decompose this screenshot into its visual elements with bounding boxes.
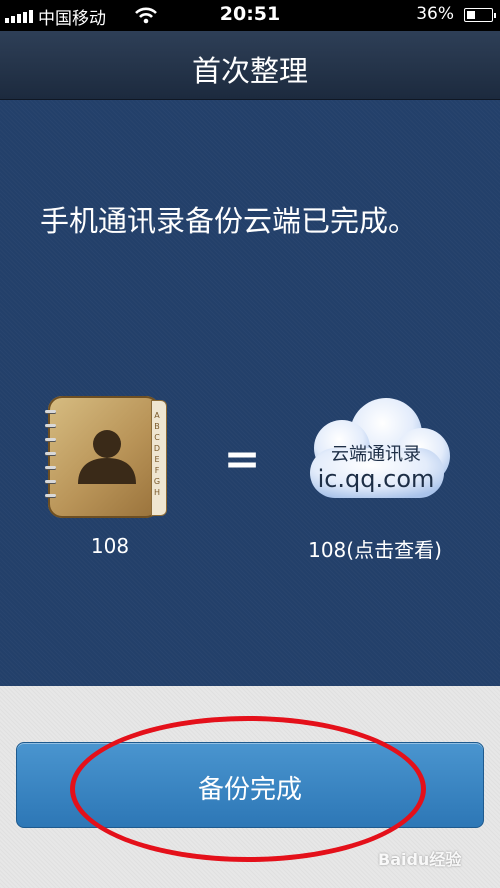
phone-contacts-count: 108 [90, 534, 130, 558]
contacts-book-icon: ABCDEFGH [45, 396, 168, 518]
person-silhouette-icon [78, 430, 136, 484]
backup-complete-message: 手机通讯录备份云端已完成。 [40, 204, 418, 238]
battery-percent: 36% [416, 4, 454, 24]
status-bar: 中国移动 20:51 36% [0, 0, 500, 31]
cloud-url: ic.qq.com [317, 465, 435, 493]
main-content: 手机通讯录备份云端已完成。 ABCDEFGH 108 = 云端通讯录 ic.qq… [0, 100, 500, 686]
cloud-contacts-title: 云端通讯录 [331, 444, 421, 465]
battery-icon [464, 8, 496, 22]
nav-bar: 首次整理 [0, 31, 500, 100]
equals-sign: = [223, 434, 261, 485]
cloud-contacts-count-link[interactable]: 108(点击查看) [275, 534, 475, 563]
annotation-circle [70, 716, 426, 862]
page-title: 首次整理 [191, 54, 308, 88]
battery-fill [467, 11, 475, 19]
baidu-watermark: Baidu经验 [378, 850, 462, 869]
